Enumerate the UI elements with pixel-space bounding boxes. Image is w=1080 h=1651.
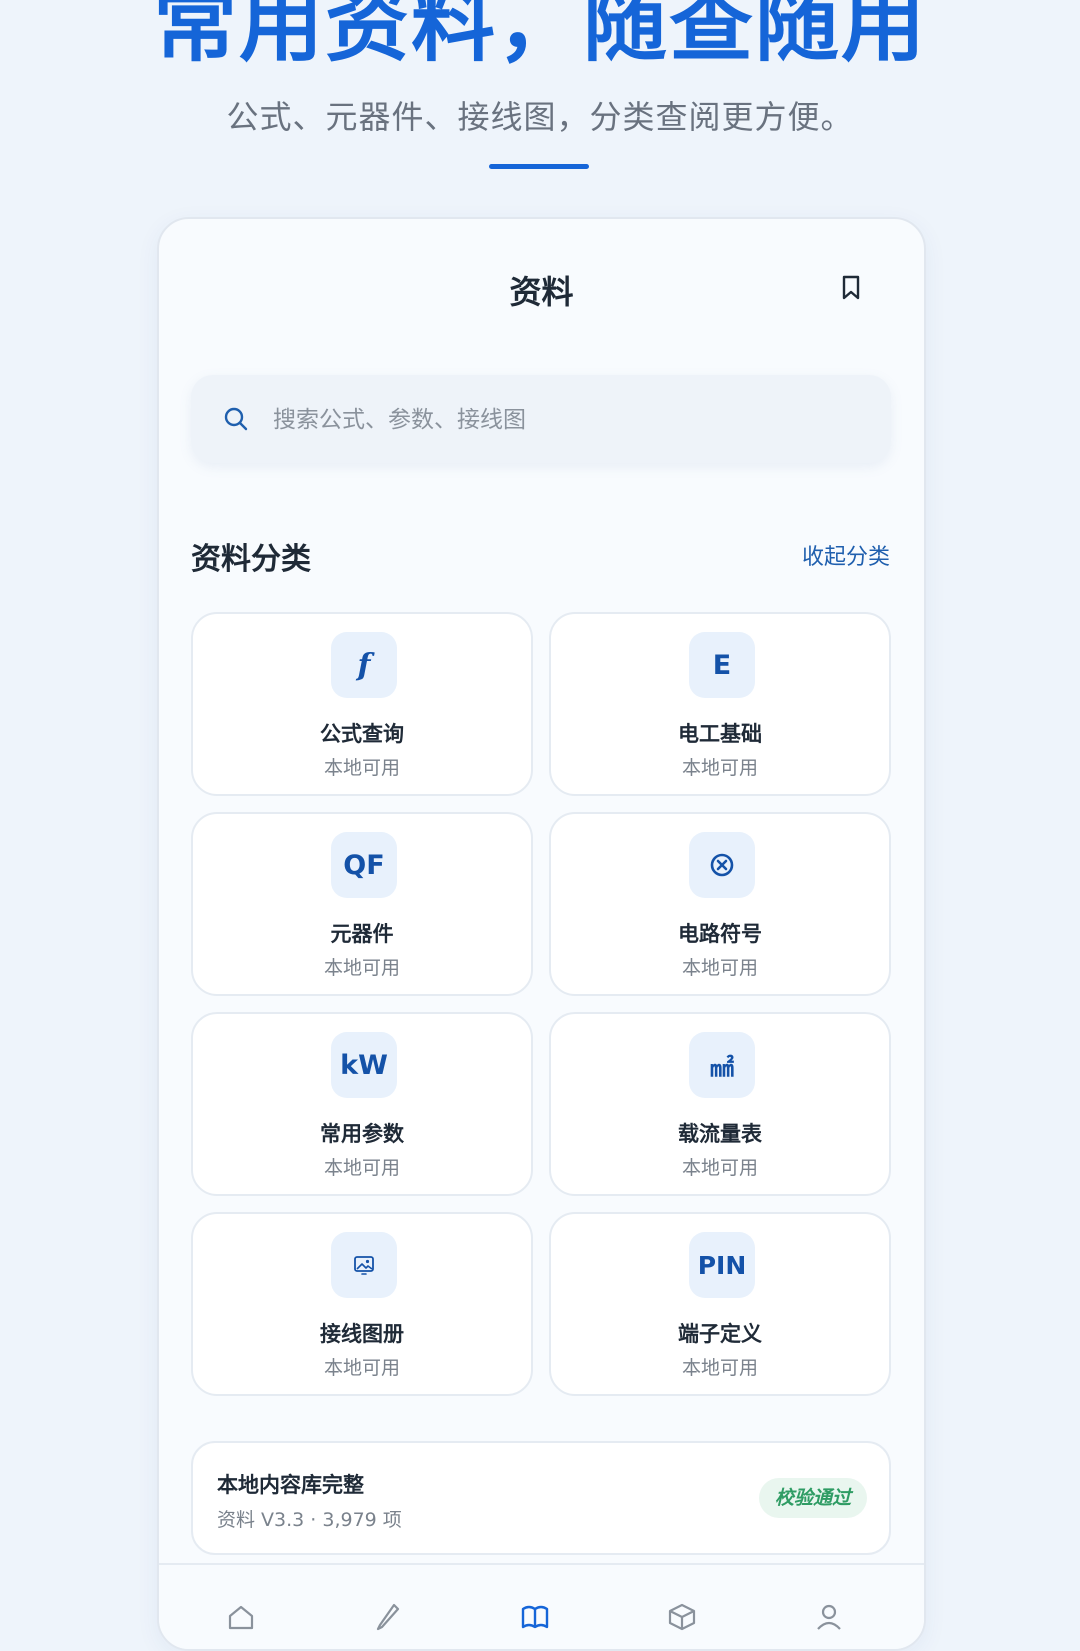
category-card-ampacity[interactable]: ㎟ 载流量表 本地可用 — [549, 1012, 891, 1196]
power-icon-glyph: kW — [340, 1049, 388, 1081]
category-card-terminals[interactable]: PIN 端子定义 本地可用 — [549, 1212, 891, 1396]
page-title: 资料 — [509, 273, 574, 311]
category-title: 公式查询 — [320, 722, 404, 746]
category-status: 本地可用 — [323, 1157, 400, 1179]
bookmark-button[interactable] — [834, 271, 868, 305]
category-title: 常用参数 — [320, 1122, 404, 1146]
formula-icon: f — [331, 632, 397, 698]
category-title: 接线图册 — [320, 1322, 404, 1346]
category-status: 本地可用 — [681, 1357, 758, 1379]
category-title: 载流量表 — [678, 1122, 762, 1146]
category-status: 本地可用 — [681, 1157, 758, 1179]
category-status: 本地可用 — [681, 957, 758, 979]
cross-section-icon-glyph: ㎟ — [710, 1053, 734, 1082]
home-icon[interactable] — [225, 1601, 257, 1633]
pin-icon-glyph: PIN — [697, 1250, 747, 1280]
hero-title: 常用资料，随查随用 — [152, 0, 927, 73]
library-status-card[interactable]: 本地内容库完整 资料 V3.3 · 3,979 项 校验通过 — [191, 1441, 891, 1555]
hero-subtitle: 公式、元器件、接线图，分类查阅更方便。 — [226, 98, 854, 136]
circuit-symbol-icon-svg — [710, 853, 734, 877]
bookmark-icon — [842, 275, 860, 300]
bottom-tab-bar — [159, 1563, 924, 1649]
category-status: 本地可用 — [323, 957, 400, 979]
electric-basics-icon-glyph: E — [712, 649, 732, 681]
search-bar[interactable] — [191, 375, 891, 465]
status-subtitle: 资料 V3.3 · 3,979 项 — [217, 1509, 402, 1531]
profile-icon[interactable] — [813, 1601, 845, 1633]
image-icon — [331, 1232, 397, 1298]
breaker-icon: QF — [331, 832, 397, 898]
breaker-icon-glyph: QF — [343, 849, 385, 881]
category-status: 本地可用 — [323, 1357, 400, 1379]
category-card-wiring-diagrams[interactable]: 接线图册 本地可用 — [191, 1212, 533, 1396]
category-card-electric-basics[interactable]: E 电工基础 本地可用 — [549, 612, 891, 796]
pin-icon: PIN — [689, 1232, 755, 1298]
search-icon — [224, 407, 248, 431]
collapse-categories-link[interactable]: 收起分类 — [802, 539, 890, 571]
category-status: 本地可用 — [681, 757, 758, 779]
category-title: 端子定义 — [678, 1322, 762, 1346]
box-icon[interactable] — [666, 1601, 698, 1633]
phone-screen: 资料 资料分类 收起分类 f 公式查询 本地可用 E 电工基础 本地可用 — [157, 217, 926, 1651]
category-status: 本地可用 — [323, 757, 400, 779]
category-title: 电工基础 — [678, 722, 762, 746]
category-card-formula[interactable]: f 公式查询 本地可用 — [191, 612, 533, 796]
status-badge: 校验通过 — [758, 1478, 867, 1518]
category-grid: f 公式查询 本地可用 E 电工基础 本地可用 QF 元器件 本地可用 电路符号… — [191, 612, 891, 1396]
cross-section-icon: ㎟ — [689, 1032, 755, 1098]
circuit-symbol-icon — [689, 832, 755, 898]
library-icon[interactable] — [519, 1601, 551, 1633]
section-title: 资料分类 — [191, 542, 311, 577]
category-card-circuit-symbols[interactable]: 电路符号 本地可用 — [549, 812, 891, 996]
category-card-components[interactable]: QF 元器件 本地可用 — [191, 812, 533, 996]
category-title: 电路符号 — [678, 922, 762, 946]
category-card-parameters[interactable]: kW 常用参数 本地可用 — [191, 1012, 533, 1196]
electric-basics-icon: E — [689, 632, 755, 698]
image-icon-svg — [354, 1256, 374, 1275]
power-icon: kW — [331, 1032, 397, 1098]
category-title: 元器件 — [330, 922, 394, 946]
hero-underline — [489, 164, 589, 169]
status-title: 本地内容库完整 — [217, 1473, 364, 1497]
tools-icon[interactable] — [372, 1601, 404, 1633]
formula-icon-glyph: f — [357, 647, 371, 683]
search-input[interactable] — [271, 375, 865, 465]
